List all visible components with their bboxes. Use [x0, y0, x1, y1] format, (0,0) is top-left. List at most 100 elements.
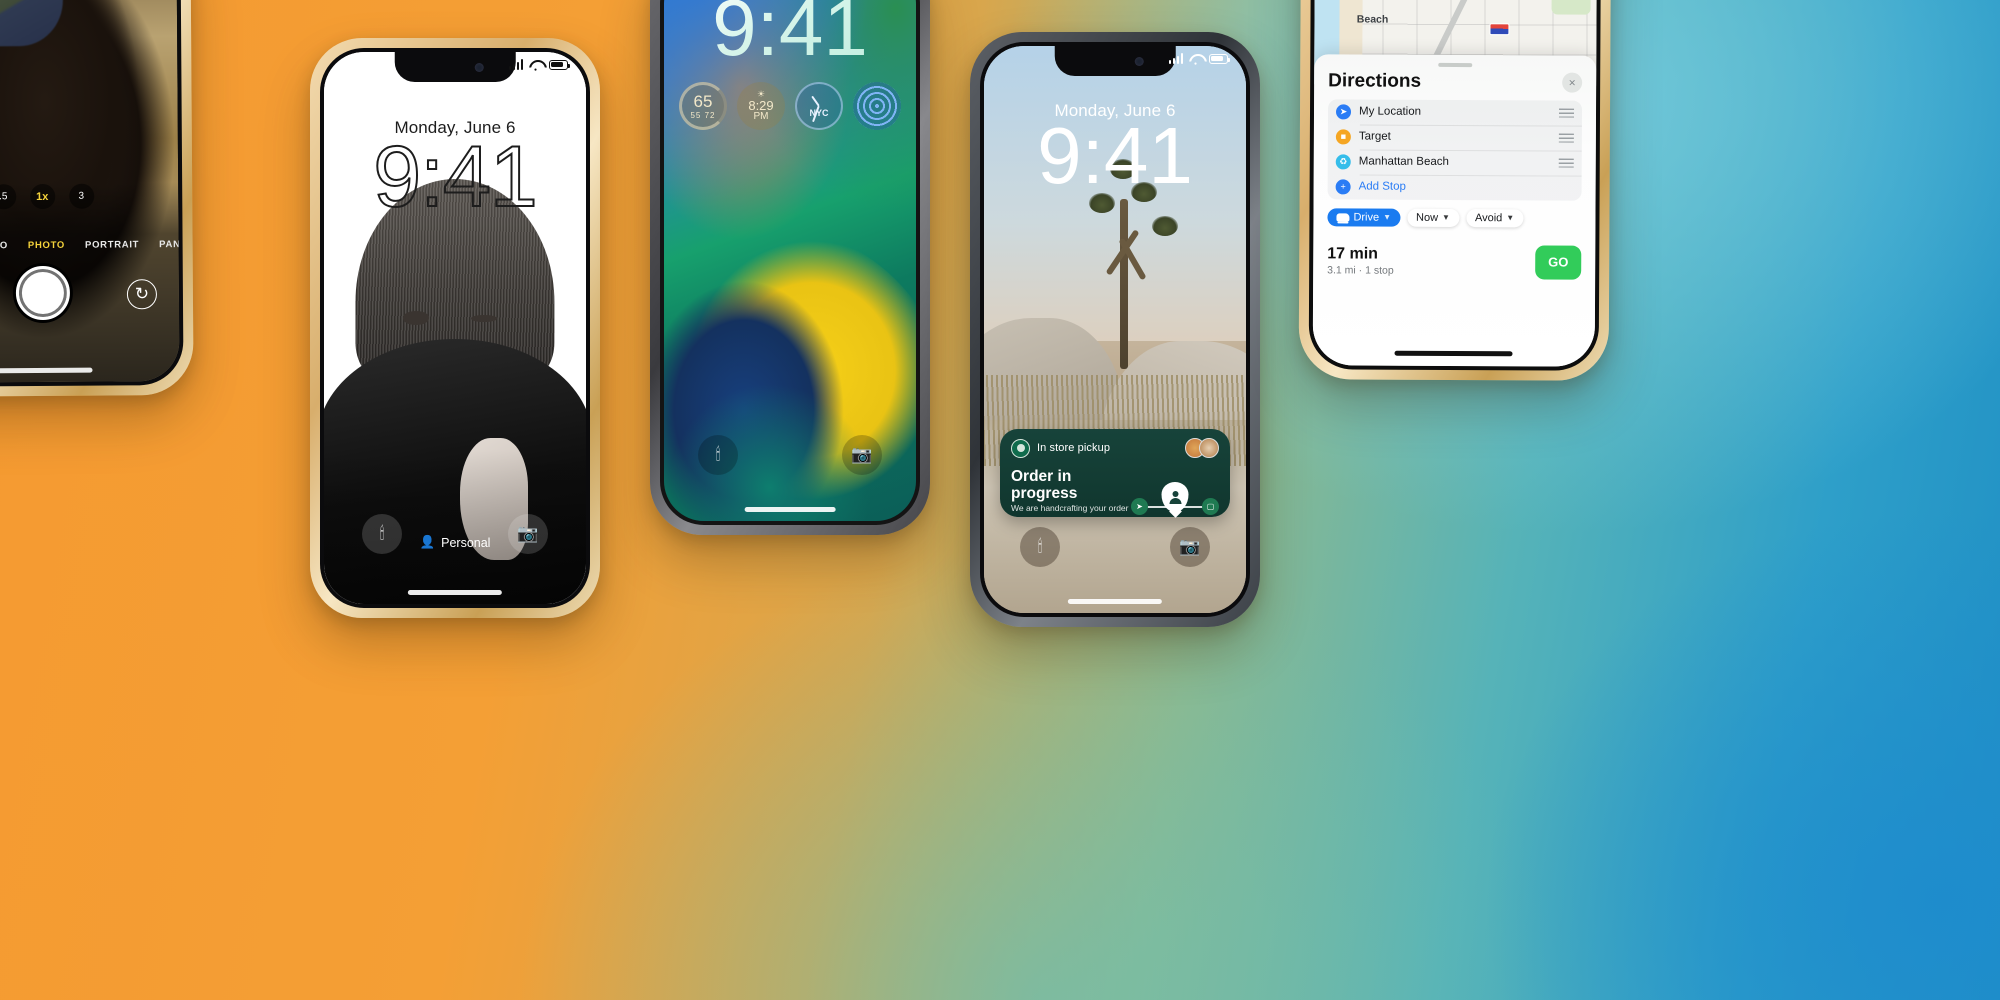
- lock-time: 9:41: [372, 129, 538, 225]
- portrait-eye-left: [402, 311, 429, 325]
- filter-drive-label: Drive: [1353, 211, 1380, 224]
- home-indicator[interactable]: [0, 367, 93, 374]
- zoom-option-1[interactable]: 1x: [29, 183, 55, 210]
- live-activity-body: Order in progress We are handcrafting yo…: [1011, 468, 1219, 516]
- focus-status[interactable]: 👤 Personal: [420, 535, 491, 550]
- mode-pano[interactable]: PANO: [159, 239, 179, 250]
- lock-time: 9:41: [664, 0, 916, 68]
- filter-now[interactable]: Now ▼: [1407, 208, 1460, 227]
- phone-lockscreen-liveactivity: Monday, June 6 9:41 In store pickup Orde…: [970, 32, 1260, 627]
- mode-photo[interactable]: PHOTO: [28, 240, 65, 251]
- status-bar: [508, 59, 570, 73]
- stage-ordered-icon: ➤: [1131, 498, 1149, 516]
- stop-label: Target: [1358, 130, 1391, 143]
- zoom-option-2[interactable]: 3: [68, 183, 94, 209]
- zoom-selector[interactable]: .5 1x 3: [0, 183, 178, 210]
- stop-label: Manhattan Beach: [1358, 155, 1449, 169]
- list-item[interactable]: ➤ My Location: [1328, 99, 1582, 125]
- mode-video[interactable]: VIDEO: [0, 240, 8, 251]
- go-button[interactable]: GO: [1535, 245, 1582, 280]
- add-stop-row[interactable]: + Add Stop: [1328, 174, 1582, 200]
- stage-ready-icon: ▢: [1202, 498, 1219, 516]
- widget-activity-rings[interactable]: [853, 82, 901, 130]
- close-icon[interactable]: ×: [1562, 72, 1583, 93]
- filter-avoid[interactable]: Avoid ▼: [1465, 208, 1524, 228]
- trip-summary: 17 min 3.1 mi · 1 stop GO: [1327, 244, 1582, 280]
- trip-eta: 17 min: [1327, 245, 1379, 263]
- battery-icon: [1209, 53, 1230, 64]
- directions-sheet: Directions × ➤ My Location ■ Target ♻ Ma…: [1312, 54, 1597, 367]
- page-title: Directions: [1328, 70, 1422, 92]
- live-activity-card[interactable]: In store pickup Order in progress We are…: [1000, 429, 1230, 517]
- add-stop-label: Add Stop: [1358, 180, 1406, 193]
- reorder-handle-icon[interactable]: [1558, 133, 1574, 143]
- filter-avoid-label: Avoid: [1474, 211, 1503, 224]
- phone-camera: .5 1x 3 CINEMATIC VIDEO PHOTO PORTRAIT P…: [0, 0, 194, 398]
- scene: .5 1x 3 CINEMATIC VIDEO PHOTO PORTRAIT P…: [0, 0, 2000, 1000]
- widget-temperature[interactable]: 65 55 72: [679, 82, 727, 130]
- flip-camera-icon[interactable]: [126, 279, 158, 310]
- sheet-grabber[interactable]: [1438, 62, 1473, 67]
- navigation-arrow-icon: ➤: [1335, 104, 1352, 120]
- shutter-button[interactable]: [15, 265, 71, 321]
- reorder-handle-icon[interactable]: [1558, 158, 1574, 168]
- camera-icon[interactable]: 📷: [842, 435, 882, 475]
- sunset-time: 8:29: [748, 97, 774, 113]
- plus-icon: +: [1335, 179, 1351, 195]
- phone-lockscreen-widgets: Monday, June 6 9:41 65 55 72 ☀ 8:29 PM: [650, 0, 930, 535]
- filter-drive[interactable]: Drive ▼: [1327, 208, 1401, 227]
- phone-bezel: Monday, June 6 9:41 In store pickup Orde…: [980, 42, 1250, 617]
- live-activity-subtitle: We are handcrafting your order: [1011, 503, 1129, 514]
- trip-text: 17 min 3.1 mi · 1 stop: [1327, 246, 1394, 277]
- signal-icon: [508, 59, 523, 70]
- home-indicator[interactable]: [744, 507, 836, 512]
- sheet-header: Directions ×: [1328, 70, 1583, 93]
- phone-bezel: Monday, June 6 9:41 🕯 👤 Personal 📷: [320, 48, 590, 608]
- order-progress-track: ➤ ▢: [1131, 479, 1219, 516]
- wallpaper-teal-blob: [664, 353, 916, 521]
- battery-icon: [549, 59, 570, 70]
- widget-sunset[interactable]: ☀ 8:29 PM: [737, 82, 785, 130]
- reorder-handle-icon[interactable]: [1558, 108, 1575, 118]
- live-activity-title: Order in progress: [1011, 468, 1078, 503]
- lockscreen-portrait-screen: Monday, June 6 9:41 🕯 👤 Personal 📷: [324, 52, 586, 604]
- camera-icon[interactable]: 📷: [1170, 527, 1210, 567]
- phone-lockscreen-portrait: Monday, June 6 9:41 🕯 👤 Personal 📷: [310, 38, 600, 618]
- order-items: [1185, 438, 1219, 458]
- phone-maps: ♻ EL PORTO Lawndale LIBERTY VILLAGE Alon…: [1298, 0, 1612, 381]
- home-indicator[interactable]: [1067, 599, 1163, 604]
- zoom-option-0[interactable]: .5: [0, 184, 16, 210]
- flashlight-icon[interactable]: 🕯: [1020, 527, 1060, 567]
- beach-icon: ♻: [1335, 154, 1351, 170]
- home-indicator[interactable]: [1394, 350, 1513, 357]
- chevron-down-icon: ▼: [1442, 213, 1451, 223]
- widget-row: 65 55 72 ☀ 8:29 PM NYC: [664, 82, 916, 130]
- map-label-manhattan: Manhattan: [1346, 0, 1399, 2]
- mode-portrait[interactable]: PORTRAIT: [85, 239, 139, 250]
- barista-icon: [1169, 491, 1182, 504]
- camera-mode-selector[interactable]: CINEMATIC VIDEO PHOTO PORTRAIT PANO: [0, 239, 180, 252]
- lock-time: 9:41: [1037, 111, 1193, 200]
- chevron-down-icon: ▼: [1506, 213, 1515, 223]
- home-indicator[interactable]: [407, 590, 503, 595]
- camera-icon[interactable]: 📷: [508, 514, 548, 554]
- lockscreen-widgets-screen: Monday, June 6 9:41 65 55 72 ☀ 8:29 PM: [664, 0, 916, 521]
- phone-bezel: ♻ EL PORTO Lawndale LIBERTY VILLAGE Alon…: [1308, 0, 1602, 371]
- notch: [1054, 46, 1176, 76]
- focus-label: Personal: [441, 535, 491, 550]
- list-item[interactable]: ■ Target: [1328, 124, 1582, 150]
- flashlight-icon[interactable]: 🕯: [698, 435, 738, 475]
- car-icon: [1336, 213, 1350, 222]
- widget-world-clock[interactable]: NYC: [795, 82, 843, 130]
- temperature-range: 55 72: [690, 110, 716, 120]
- maps-screen: ♻ EL PORTO Lawndale LIBERTY VILLAGE Alon…: [1312, 0, 1598, 367]
- live-activity-header-label: In store pickup: [1037, 442, 1111, 454]
- notch: [394, 52, 516, 82]
- wifi-icon: [529, 59, 543, 73]
- status-bar: [1168, 53, 1230, 67]
- map-park-area: [1551, 0, 1592, 15]
- flashlight-icon[interactable]: 🕯: [362, 514, 402, 554]
- person-icon: 👤: [419, 535, 436, 549]
- world-clock-label: NYC: [809, 108, 829, 118]
- list-item[interactable]: ♻ Manhattan Beach: [1328, 149, 1582, 175]
